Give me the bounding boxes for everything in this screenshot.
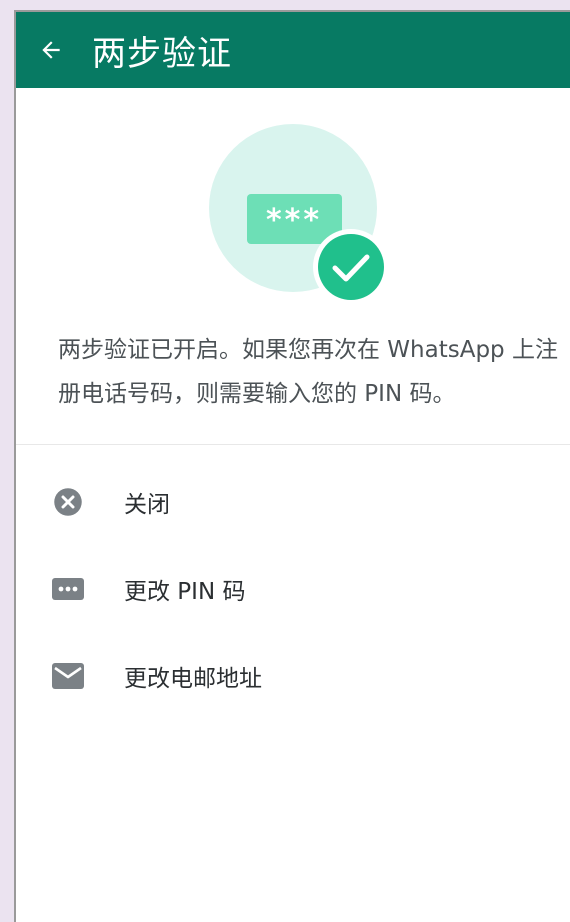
divider xyxy=(16,444,570,445)
status-description: 两步验证已开启。如果您再次在 WhatsApp 上注册电话号码，则需要输入您的 … xyxy=(58,337,558,407)
screen: 两步验证 *** 两步验证已开启。如果您再次在 WhatsApp 上注册电话号码… xyxy=(14,10,570,922)
pin-dots-icon xyxy=(52,578,84,600)
page-title: 两步验证 xyxy=(92,33,232,74)
disable-label: 关闭 xyxy=(124,492,170,518)
disable-option[interactable]: 关闭 xyxy=(16,467,570,537)
app-bar: 两步验证 xyxy=(16,12,570,88)
change-email-option[interactable]: 更改电邮地址 xyxy=(16,641,570,711)
close-circle-icon xyxy=(54,488,82,516)
two-step-illustration: *** xyxy=(209,124,391,306)
back-button[interactable] xyxy=(16,12,86,88)
change-pin-label: 更改 PIN 码 xyxy=(124,579,246,605)
email-icon xyxy=(52,663,84,689)
arrow-left-icon xyxy=(42,41,60,59)
change-email-label: 更改电邮地址 xyxy=(124,666,262,692)
pin-mask-text: *** xyxy=(266,203,322,238)
change-pin-option[interactable]: 更改 PIN 码 xyxy=(16,554,570,624)
